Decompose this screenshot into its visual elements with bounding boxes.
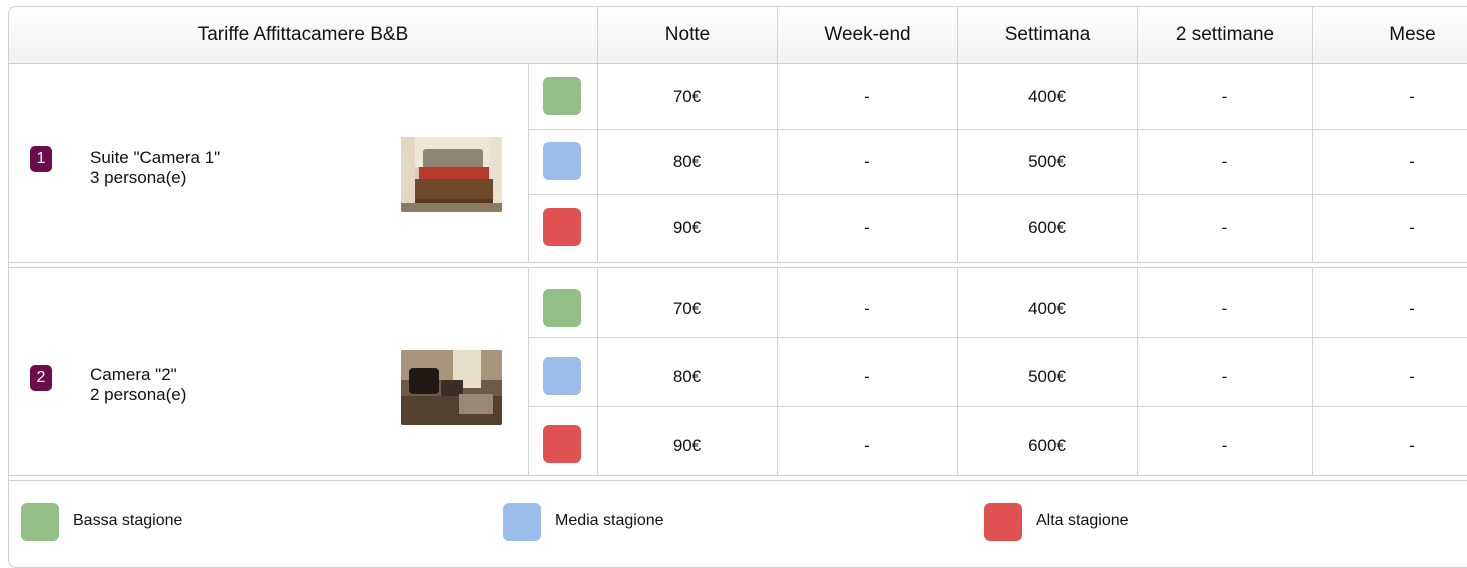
season-swatch-alta [543, 208, 581, 246]
season-swatch-media [543, 142, 581, 180]
rate-2settimane: - [1221, 299, 1228, 318]
rate-settimana: 600€ [1028, 436, 1066, 455]
header-col-settimana: Settimana [957, 7, 1137, 63]
room-photo-bedroom[interactable] [401, 137, 502, 212]
room-photo-living-room[interactable] [401, 350, 502, 425]
legend-label-bassa: Bassa stagione [73, 512, 183, 529]
rate-mese: - [1409, 152, 1415, 171]
room-number-badge: 1 [30, 146, 52, 172]
rate-settimana: 500€ [1028, 367, 1066, 386]
room-block-2: 2 Camera "2" 2 persona(e) 70€ - 400€ - -… [9, 268, 1467, 475]
legend-swatch-alta [984, 503, 1022, 541]
room-name: Camera "2" [90, 365, 177, 384]
rate-notte: 90€ [672, 218, 702, 237]
rate-2settimane: - [1221, 436, 1228, 455]
header-col-2settimane: 2 settimane [1137, 7, 1312, 63]
rate-settimana: 400€ [1028, 299, 1066, 318]
season-swatch-bassa [543, 77, 581, 115]
rate-weekend: - [864, 87, 870, 106]
rate-weekend: - [864, 152, 870, 171]
legend-label-alta: Alta stagione [1036, 512, 1129, 529]
rate-mese: - [1409, 87, 1415, 106]
rate-weekend: - [864, 436, 870, 455]
rate-weekend: - [864, 299, 870, 318]
rate-notte: 80€ [672, 152, 702, 171]
header-col-notte: Notte [597, 7, 777, 63]
rate-mese: - [1409, 218, 1415, 237]
room-capacity: 3 persona(e) [90, 168, 187, 187]
rate-2settimane: - [1221, 87, 1228, 106]
rate-2settimane: - [1221, 152, 1228, 171]
rate-notte: 90€ [672, 436, 702, 455]
room-block-1: 1 Suite "Camera 1" 3 persona(e) 70€ - 40… [9, 64, 1467, 262]
rate-2settimane: - [1221, 218, 1228, 237]
table-header: Tariffe Affittacamere B&B Notte Week-end… [9, 7, 1467, 64]
rate-mese: - [1409, 436, 1415, 455]
rate-mese: - [1409, 367, 1415, 386]
legend-separator [9, 475, 1467, 481]
legend-label-media: Media stagione [555, 512, 664, 529]
rate-settimana: 500€ [1028, 152, 1066, 171]
season-swatch-bassa [543, 289, 581, 327]
room-capacity: 2 persona(e) [90, 385, 187, 404]
rate-notte: 80€ [672, 367, 702, 386]
header-col-mese: Mese [1312, 7, 1467, 63]
header-title: Tariffe Affittacamere B&B [197, 24, 409, 45]
rate-settimana: 400€ [1028, 87, 1066, 106]
rates-table: Tariffe Affittacamere B&B Notte Week-end… [8, 6, 1467, 568]
rate-mese: - [1409, 299, 1415, 318]
header-col-weekend: Week-end [777, 7, 957, 63]
room-name: Suite "Camera 1" [90, 148, 221, 167]
rate-notte: 70€ [672, 299, 702, 318]
rate-notte: 70€ [672, 87, 702, 106]
season-swatch-media [543, 357, 581, 395]
rate-settimana: 600€ [1028, 218, 1066, 237]
rate-weekend: - [864, 367, 870, 386]
room-number-badge: 2 [30, 365, 52, 391]
legend-swatch-media [503, 503, 541, 541]
rate-weekend: - [864, 218, 870, 237]
rate-2settimane: - [1221, 367, 1228, 386]
legend-swatch-bassa [21, 503, 59, 541]
season-swatch-alta [543, 425, 581, 463]
